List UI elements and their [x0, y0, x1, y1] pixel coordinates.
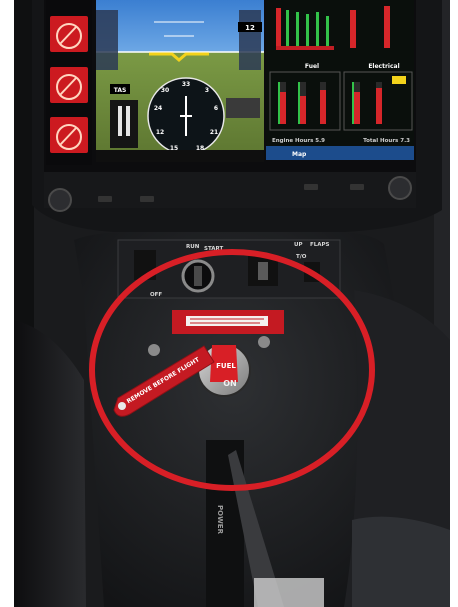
switch-label: T/O: [296, 254, 307, 260]
left-knob[interactable]: [48, 188, 72, 212]
switch-label: RUN: [186, 244, 200, 250]
hsi-label: 21: [210, 129, 218, 136]
cockpit-scene: 12 TAS 33 30 3 6 21 24 12 15 18 Fuel Ele…: [14, 0, 450, 607]
power-lever-label: POWER: [216, 505, 224, 535]
hsi-label: 3: [205, 87, 209, 94]
fuel-selector-label: FUEL: [216, 362, 236, 370]
electrical-section-title: Electrical: [368, 63, 399, 70]
hsi-label: 24: [154, 105, 162, 112]
flap-switch[interactable]: [248, 256, 278, 286]
altitude-readout: 12: [245, 24, 255, 32]
switch-label: UP: [294, 242, 303, 248]
hsi-label: 6: [214, 105, 218, 112]
speed-label: TAS: [114, 87, 127, 94]
total-hours: Total Hours 7.3: [363, 138, 410, 144]
multi-function-display: Fuel Electrical Engine Hours 5.9 Total H…: [266, 0, 414, 160]
warning-placard: [172, 310, 284, 334]
gauge-icon: [50, 117, 88, 153]
hsi-label: 33: [182, 81, 190, 88]
primary-flight-display: 12 TAS 33 30 3 6 21 24 12 15 18: [96, 0, 264, 162]
engine-hours: Engine Hours 5.9: [272, 138, 325, 144]
cockpit-photo: 12 TAS 33 30 3 6 21 24 12 15 18 Fuel Ele…: [14, 0, 450, 607]
hsi-label: 30: [161, 87, 169, 94]
mfd-bottom-bar: Map: [292, 151, 307, 158]
switch-label: OFF: [150, 292, 162, 298]
fuel-selector-position: ON: [223, 379, 237, 388]
fuel-section-title: Fuel: [305, 63, 319, 70]
gauge-icon: [50, 67, 88, 103]
gauge-icon: [50, 16, 88, 52]
right-knob[interactable]: [388, 176, 412, 200]
switch-label: FLAPS: [310, 242, 330, 248]
hsi-label: 12: [156, 129, 164, 136]
